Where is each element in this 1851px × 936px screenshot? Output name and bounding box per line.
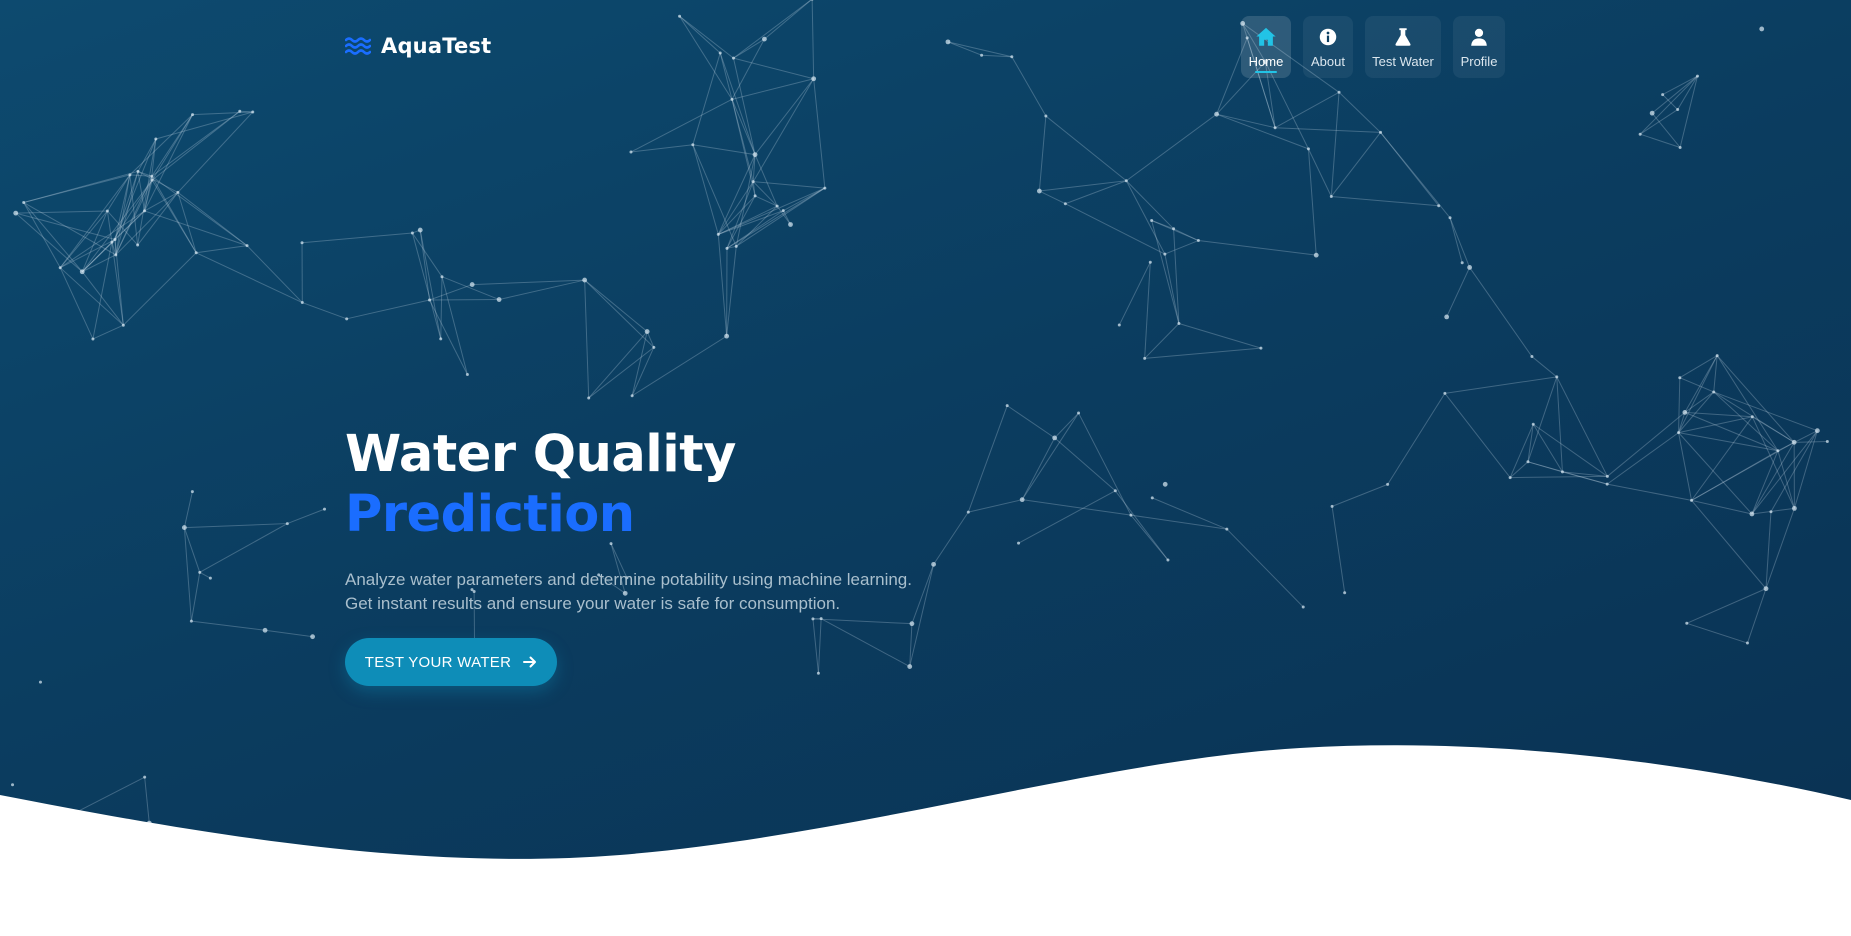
home-icon xyxy=(1256,27,1276,46)
hero-title: Water Quality Prediction xyxy=(345,425,736,545)
hero-section: AquaTest Home About Test Water Profile W… xyxy=(0,0,1851,936)
hero-subtitle-line2: Get instant results and ensure your wate… xyxy=(345,594,841,613)
brand-name: AquaTest xyxy=(381,34,492,58)
cta-label: TEST YOUR WATER xyxy=(364,653,512,671)
user-icon xyxy=(1471,28,1487,46)
nav-label-home: Home xyxy=(1248,53,1284,69)
arrow-right-icon xyxy=(523,656,537,668)
hero-subtitle-line1: Analyze water parameters and determine p… xyxy=(345,570,912,589)
nav-item-home[interactable]: Home xyxy=(1241,16,1291,78)
hero-title-accent: Prediction xyxy=(345,485,635,544)
hero-title-line1: Water Quality xyxy=(345,425,736,484)
nav-item-test-water[interactable]: Test Water xyxy=(1365,16,1441,78)
nav-label-test-water: Test Water xyxy=(1372,53,1434,69)
nav-label-about: About xyxy=(1311,53,1345,69)
main-nav: Home About Test Water Profile xyxy=(1241,16,1505,78)
info-icon xyxy=(1319,28,1337,45)
flask-icon xyxy=(1395,27,1411,46)
bottom-wave xyxy=(0,745,1851,936)
nav-label-profile: Profile xyxy=(1460,53,1498,69)
active-indicator xyxy=(1255,71,1277,73)
nav-item-about[interactable]: About xyxy=(1303,16,1353,78)
hero-subtitle: Analyze water parameters and determine p… xyxy=(345,568,965,616)
nav-item-profile[interactable]: Profile xyxy=(1453,16,1505,78)
waves-icon xyxy=(345,37,371,55)
test-your-water-button[interactable]: TEST YOUR WATER xyxy=(345,638,557,686)
brand[interactable]: AquaTest xyxy=(345,34,491,58)
